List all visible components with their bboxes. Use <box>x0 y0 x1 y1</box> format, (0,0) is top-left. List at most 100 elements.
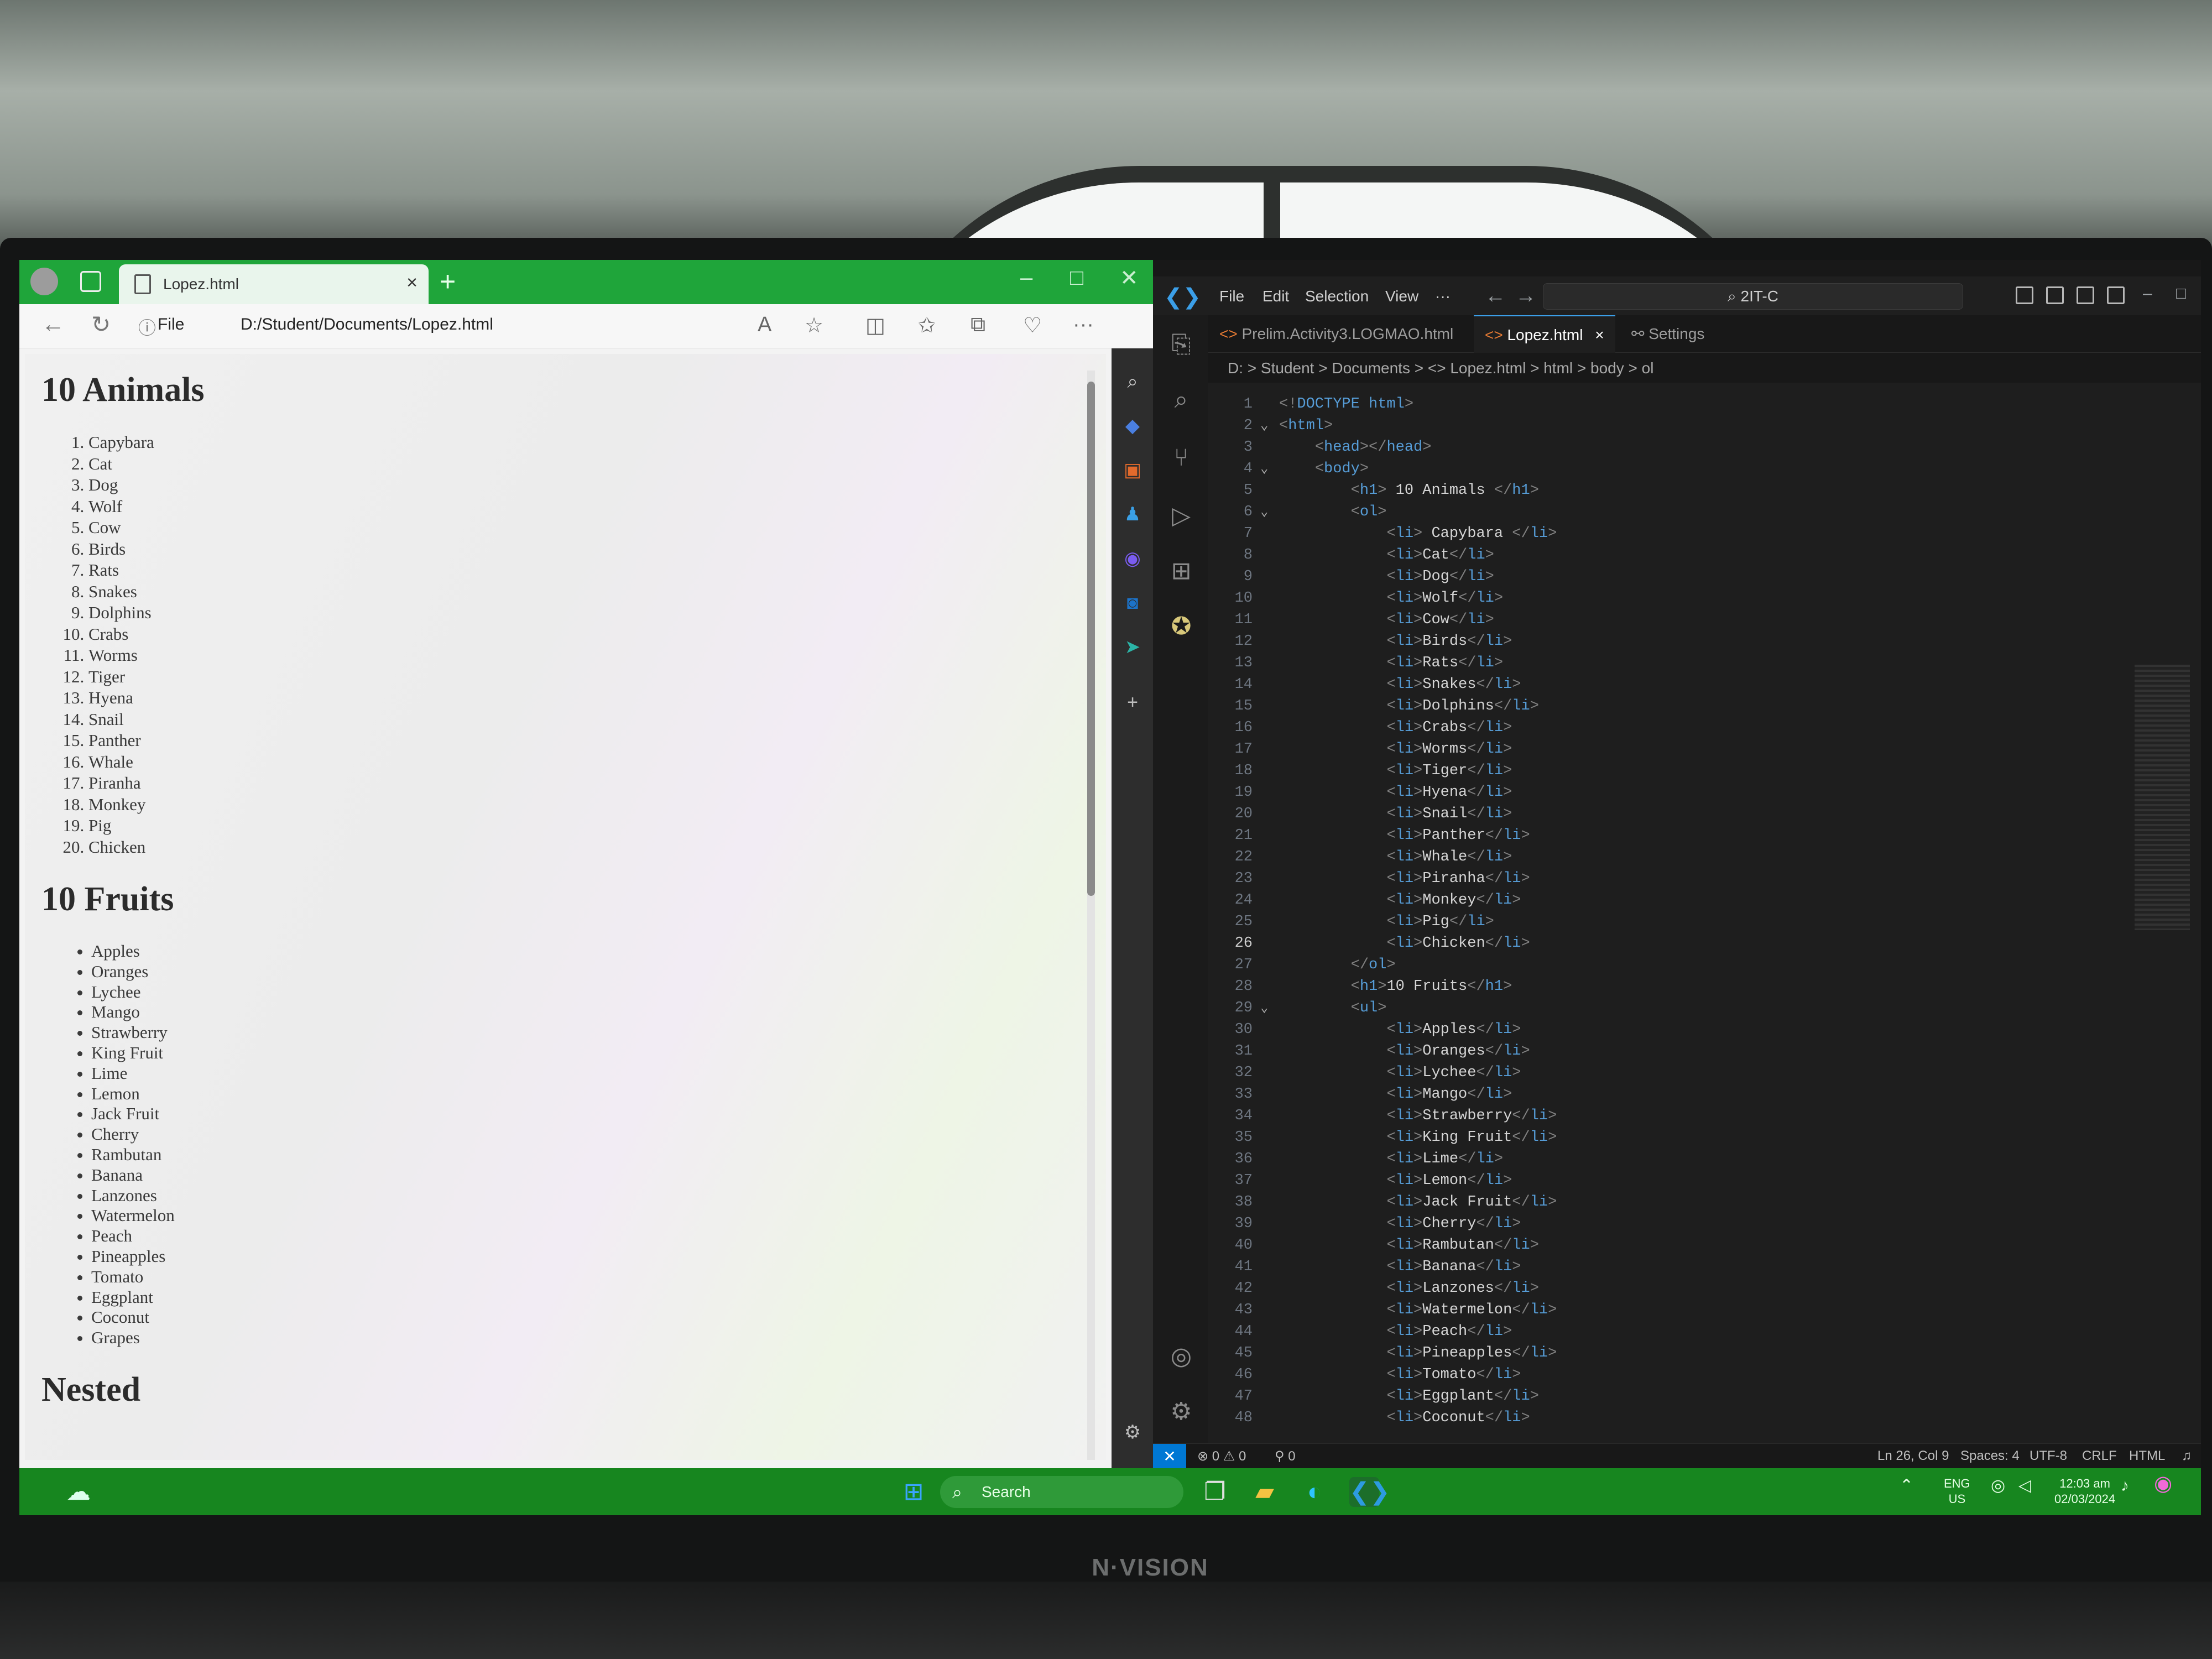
run-debug-icon[interactable]: ▷ <box>1168 503 1194 529</box>
copilot-icon[interactable]: ◉ <box>1121 547 1144 570</box>
code-line[interactable]: 27 </ol> <box>1208 954 2201 976</box>
code-line[interactable]: 31 <li>Oranges</li> <box>1208 1041 2201 1062</box>
code-line[interactable]: 39 <li>Cherry</li> <box>1208 1213 2201 1235</box>
tab-close-icon[interactable]: × <box>1595 326 1604 343</box>
collections-icon[interactable]: ⧉ <box>971 313 985 337</box>
code-line[interactable]: 13 <li>Rats</li> <box>1208 653 2201 674</box>
code-line[interactable]: 25 <li>Pig</li> <box>1208 911 2201 933</box>
file-explorer-icon[interactable]: ▰ <box>1250 1477 1280 1507</box>
code-line[interactable]: 19 <li>Hyena</li> <box>1208 782 2201 804</box>
tab-prelim-activity[interactable]: <> Prelim.Activity3.LOGMAO.html <box>1208 315 1464 353</box>
code-line[interactable]: 1 <!DOCTYPE html> <box>1208 394 2201 415</box>
task-view-icon[interactable]: ❐ <box>1200 1477 1230 1507</box>
scrollbar-thumb[interactable] <box>1087 382 1095 896</box>
code-line[interactable]: 21 <li>Panther</li> <box>1208 825 2201 847</box>
games-icon[interactable]: ♟ <box>1121 503 1144 525</box>
page-scrollbar[interactable] <box>1087 371 1095 1460</box>
toggle-panel-icon[interactable] <box>2046 286 2064 304</box>
code-line[interactable]: 8 <li>Cat</li> <box>1208 545 2201 566</box>
code-line[interactable]: 16 <li>Crabs</li> <box>1208 717 2201 739</box>
code-line[interactable]: 44 <li>Peach</li> <box>1208 1321 2201 1343</box>
code-line[interactable]: 43 <li>Watermelon</li> <box>1208 1300 2201 1321</box>
send-icon[interactable]: ➤ <box>1121 636 1144 658</box>
browser-essentials-icon[interactable]: ♡ <box>1023 313 1042 338</box>
end-of-line[interactable]: CRLF <box>2082 1448 2117 1464</box>
code-line[interactable]: 42 <li>Lanzones</li> <box>1208 1278 2201 1300</box>
language-mode[interactable]: HTML <box>2129 1448 2165 1464</box>
profile-icon[interactable] <box>30 268 58 295</box>
fold-chevron-icon[interactable]: ⌄ <box>1260 458 1268 480</box>
minimize-icon[interactable]: – <box>1020 265 1032 290</box>
code-line[interactable]: 23 <li>Piranha</li> <box>1208 868 2201 890</box>
code-line[interactable]: 29 ⌄ <ul> <box>1208 998 2201 1019</box>
code-line[interactable]: 12 <li>Birds</li> <box>1208 631 2201 653</box>
code-line[interactable]: 14 <li>Snakes</li> <box>1208 674 2201 696</box>
notification-icon[interactable]: ♪ <box>2121 1478 2129 1494</box>
new-tab-button[interactable]: + <box>440 265 456 298</box>
close-icon[interactable]: ✕ <box>1120 265 1139 291</box>
weather-icon[interactable]: ☁ <box>64 1477 93 1507</box>
fold-chevron-icon[interactable]: ⌄ <box>1260 998 1268 1019</box>
code-line[interactable]: 47 <li>Eggplant</li> <box>1208 1386 2201 1407</box>
toggle-secondary-sidebar-icon[interactable] <box>2077 286 2094 304</box>
code-line[interactable]: 7 <li> Capybara </li> <box>1208 523 2201 545</box>
toolbox-icon[interactable]: ▣ <box>1121 459 1144 481</box>
code-line[interactable]: 41 <li>Banana</li> <box>1208 1256 2201 1278</box>
code-line[interactable]: 35 <li>King Fruit</li> <box>1208 1127 2201 1149</box>
browser-tab[interactable]: Lopez.html × <box>119 264 429 304</box>
code-line[interactable]: 46 <li>Tomato</li> <box>1208 1364 2201 1386</box>
add-icon[interactable]: + <box>1121 691 1144 713</box>
maximize-icon[interactable]: □ <box>2176 284 2186 303</box>
code-line[interactable]: 5 <h1> 10 Animals </h1> <box>1208 480 2201 502</box>
customize-layout-icon[interactable] <box>2107 286 2125 304</box>
tab-close-icon[interactable]: × <box>406 272 418 294</box>
code-line[interactable]: 18 <li>Tiger</li> <box>1208 760 2201 782</box>
favorite-star-icon[interactable]: ☆ <box>805 313 823 338</box>
notifications-bell-icon[interactable]: ♫ <box>2182 1448 2192 1464</box>
code-line[interactable]: 10 <li>Wolf</li> <box>1208 588 2201 609</box>
refresh-icon[interactable]: ↻ <box>91 311 111 338</box>
split-screen-icon[interactable]: ◫ <box>865 313 885 338</box>
code-line[interactable]: 34 <li>Strawberry</li> <box>1208 1105 2201 1127</box>
code-line[interactable]: 48 <li>Coconut</li> <box>1208 1407 2201 1429</box>
menu-edit[interactable]: Edit <box>1262 288 1289 305</box>
info-icon[interactable]: ⓘ <box>138 314 156 340</box>
maximize-icon[interactable]: □ <box>1070 265 1083 290</box>
forward-arrow-icon[interactable]: → <box>1515 284 1536 308</box>
back-arrow-icon[interactable]: ← <box>1485 284 1506 308</box>
code-line[interactable]: 6 ⌄ <ol> <box>1208 502 2201 523</box>
manage-gear-icon[interactable]: ⚙ <box>1168 1399 1194 1425</box>
network-icon[interactable]: ◎ <box>1991 1478 2005 1494</box>
remote-indicator-icon[interactable]: ✕ <box>1153 1444 1186 1469</box>
clock[interactable]: 12:03 am 02/03/2024 <box>2054 1476 2115 1507</box>
python-icon[interactable]: ✪ <box>1168 614 1194 639</box>
code-line[interactable]: 9 <li>Dog</li> <box>1208 566 2201 588</box>
code-line[interactable]: 11 <li>Cow</li> <box>1208 609 2201 631</box>
tag-icon[interactable]: ◆ <box>1121 415 1144 437</box>
breadcrumb[interactable]: D: > Student > Documents > <> Lopez.html… <box>1228 359 1653 377</box>
toggle-sidebar-icon[interactable] <box>2016 286 2033 304</box>
menu-file[interactable]: File <box>1219 288 1244 305</box>
search-icon[interactable]: ⌕ <box>1121 371 1144 393</box>
code-line[interactable]: 15 <li>Dolphins</li> <box>1208 696 2201 717</box>
outlook-icon[interactable]: ◙ <box>1121 592 1144 614</box>
menu-more[interactable]: ··· <box>1435 288 1451 305</box>
more-options-icon[interactable]: ··· <box>1073 313 1094 337</box>
tab-lopez-html[interactable]: <> Lopez.html × <box>1474 315 1615 353</box>
command-center[interactable]: ⌕ 2IT-C <box>1543 283 1963 310</box>
code-line[interactable]: 33 <li>Mango</li> <box>1208 1084 2201 1105</box>
fold-chevron-icon[interactable]: ⌄ <box>1260 502 1268 523</box>
gear-icon[interactable]: ⚙ <box>1121 1421 1144 1443</box>
tab-settings[interactable]: ⚯ Settings <box>1620 315 1715 353</box>
menu-view[interactable]: View <box>1385 288 1418 305</box>
cursor-position[interactable]: Ln 26, Col 9 <box>1877 1448 1949 1464</box>
edge-icon[interactable]: ◐ <box>1300 1477 1329 1507</box>
code-line[interactable]: 20 <li>Snail</li> <box>1208 804 2201 825</box>
code-line[interactable]: 17 <li>Worms</li> <box>1208 739 2201 760</box>
back-icon[interactable]: ← <box>41 311 65 337</box>
volume-icon[interactable]: ◁ <box>2018 1478 2031 1494</box>
code-line[interactable]: 24 <li>Monkey</li> <box>1208 890 2201 911</box>
code-line[interactable]: 4 ⌄ <body> <box>1208 458 2201 480</box>
read-aloud-icon[interactable]: A <box>758 313 771 337</box>
search-icon[interactable]: ⌕ <box>1168 387 1194 413</box>
